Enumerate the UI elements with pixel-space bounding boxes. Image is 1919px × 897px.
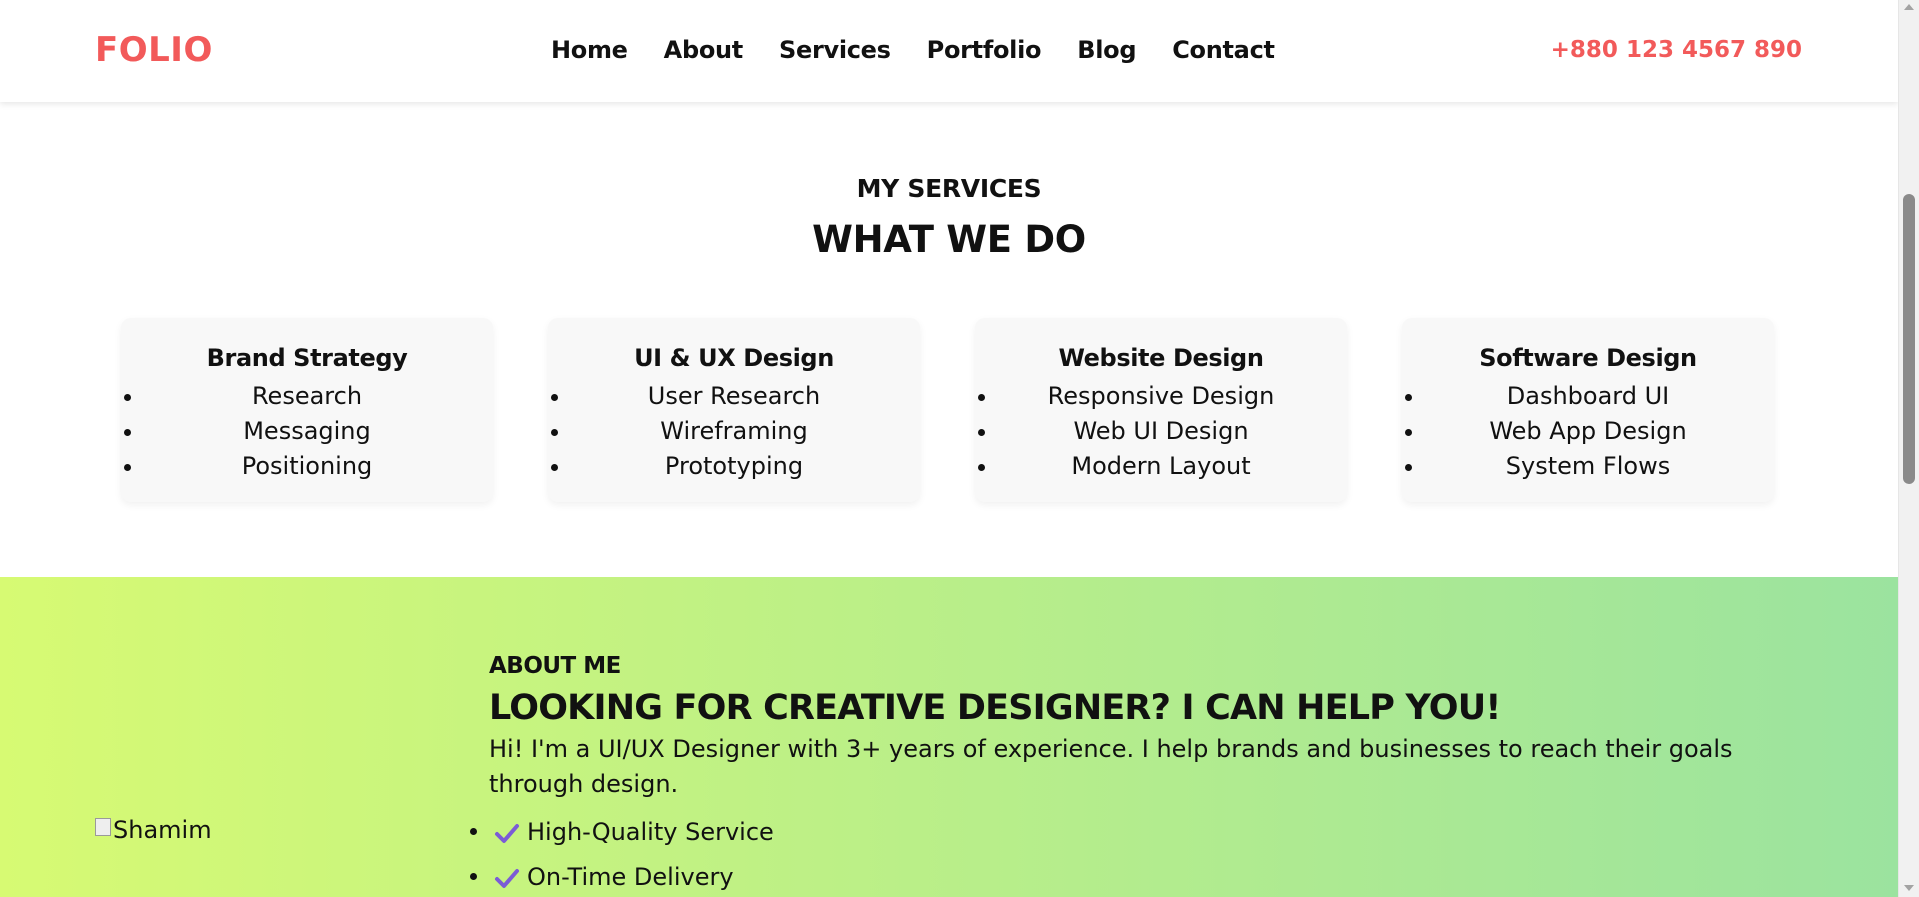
about-subtitle: ABOUT ME: [489, 653, 621, 679]
main-nav: Home About Services Portfolio Blog Conta…: [551, 36, 1275, 64]
feature-label: On-Time Delivery: [527, 863, 734, 891]
list-item: Modern Layout: [975, 449, 1347, 484]
service-card-list: Dashboard UI Web App Design System Flows: [1402, 379, 1774, 484]
list-item: Positioning: [121, 449, 493, 484]
scroll-down-arrow-icon[interactable]: [1904, 885, 1914, 891]
list-item: Dashboard UI: [1402, 379, 1774, 414]
phone-number[interactable]: +880 123 4567 890: [1551, 37, 1802, 63]
scrollbar-thumb[interactable]: [1903, 194, 1915, 484]
service-card-software-design: Software Design Dashboard UI Web App Des…: [1402, 318, 1774, 502]
list-item: Responsive Design: [975, 379, 1347, 414]
list-item: System Flows: [1402, 449, 1774, 484]
feature-list: High-Quality Service On-Time Delivery: [470, 814, 774, 897]
profile-image: Shamim: [95, 816, 212, 844]
services-section: MY SERVICES WHAT WE DO Brand Strategy Re…: [0, 102, 1898, 577]
site-header: FOLIO Home About Services Portfolio Blog…: [0, 0, 1898, 102]
service-card-title: UI & UX Design: [634, 344, 834, 372]
service-card-list: User Research Wireframing Prototyping: [548, 379, 920, 484]
check-icon: [495, 869, 519, 888]
list-item: Web App Design: [1402, 414, 1774, 449]
services-subtitle: MY SERVICES: [856, 174, 1042, 203]
logo[interactable]: FOLIO: [95, 30, 213, 70]
check-icon: [495, 824, 519, 843]
nav-services[interactable]: Services: [779, 36, 891, 64]
scroll-up-arrow-icon[interactable]: [1904, 4, 1914, 10]
list-item: On-Time Delivery: [470, 859, 774, 897]
nav-home[interactable]: Home: [551, 36, 628, 64]
service-card-title: Website Design: [1058, 344, 1264, 372]
list-item: User Research: [548, 379, 920, 414]
about-section: Shamim ABOUT ME LOOKING FOR CREATIVE DES…: [0, 577, 1898, 897]
service-card-ui-ux-design: UI & UX Design User Research Wireframing…: [548, 318, 920, 502]
about-title: LOOKING FOR CREATIVE DESIGNER? I CAN HEL…: [489, 688, 1501, 728]
broken-image-icon: [95, 818, 111, 836]
service-card-title: Software Design: [1479, 344, 1697, 372]
page-viewport: FOLIO Home About Services Portfolio Blog…: [0, 0, 1898, 897]
nav-portfolio[interactable]: Portfolio: [927, 36, 1042, 64]
nav-about[interactable]: About: [664, 36, 744, 64]
list-item: Wireframing: [548, 414, 920, 449]
vertical-scrollbar[interactable]: [1898, 0, 1919, 897]
profile-image-alt: Shamim: [113, 816, 212, 844]
list-item: Prototyping: [548, 449, 920, 484]
services-title: WHAT WE DO: [812, 218, 1086, 261]
list-item: Messaging: [121, 414, 493, 449]
feature-label: High-Quality Service: [527, 818, 774, 846]
service-card-list: Responsive Design Web UI Design Modern L…: [975, 379, 1347, 484]
service-card-brand-strategy: Brand Strategy Research Messaging Positi…: [121, 318, 493, 502]
nav-blog[interactable]: Blog: [1077, 36, 1136, 64]
service-card-list: Research Messaging Positioning: [121, 379, 493, 484]
about-description: Hi! I'm a UI/UX Designer with 3+ years o…: [489, 735, 1733, 798]
list-item: High-Quality Service: [470, 814, 774, 859]
nav-contact[interactable]: Contact: [1172, 36, 1275, 64]
service-card-title: Brand Strategy: [206, 344, 408, 372]
service-card-website-design: Website Design Responsive Design Web UI …: [975, 318, 1347, 502]
list-item: Research: [121, 379, 493, 414]
list-item: Web UI Design: [975, 414, 1347, 449]
